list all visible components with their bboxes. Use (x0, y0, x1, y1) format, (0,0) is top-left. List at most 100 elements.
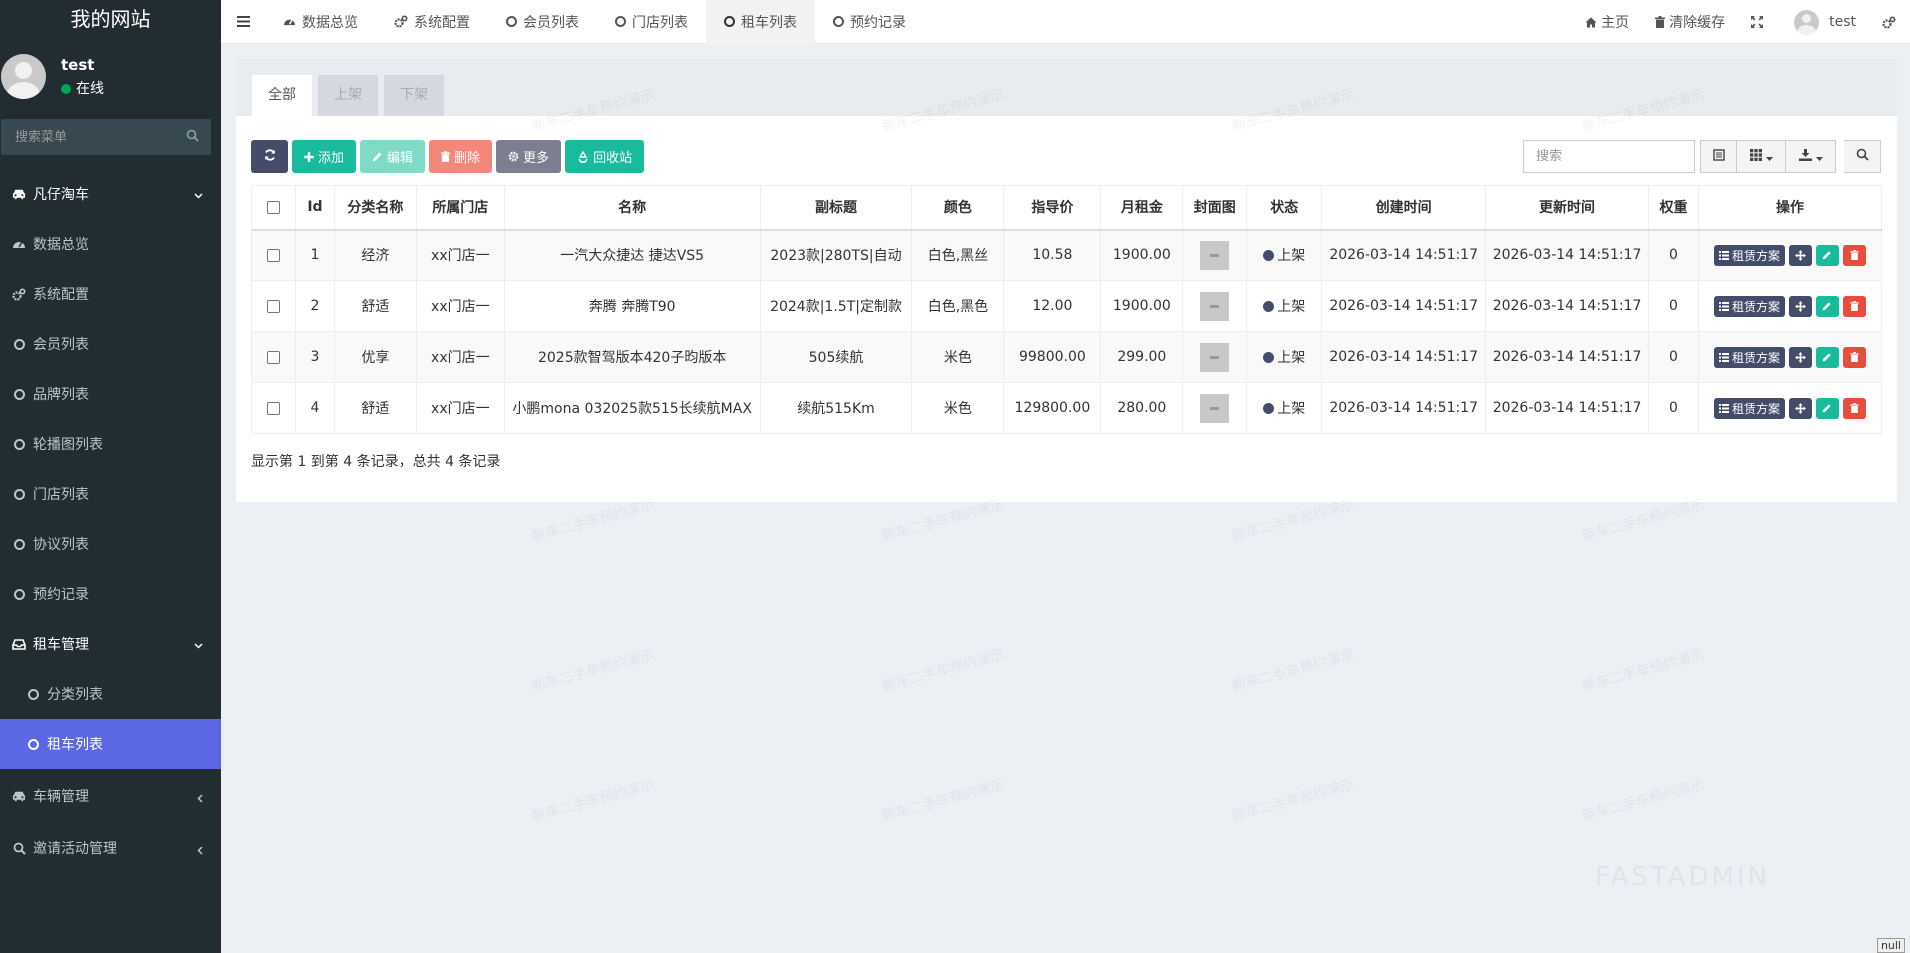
sidebar-item-stores[interactable]: 门店列表 (0, 469, 221, 519)
refresh-icon (264, 148, 276, 165)
cell-rent: 280.00 (1100, 382, 1184, 434)
sidebar-item-bookings[interactable]: 预约记录 (0, 569, 221, 619)
sidebar-group-rental[interactable]: 租车管理 (0, 619, 221, 669)
toggle-view-button[interactable] (1700, 140, 1737, 173)
row-edit-button[interactable] (1815, 295, 1839, 317)
column-header[interactable]: 权重 (1648, 185, 1699, 231)
tab-rental-cars[interactable]: 租车列表 (706, 0, 815, 44)
column-header[interactable]: 指导价 (1003, 185, 1102, 231)
menu-search-input[interactable] (1, 119, 181, 155)
filter-tab-all[interactable]: 全部 (252, 75, 312, 116)
drag-sort-button[interactable] (1788, 397, 1812, 419)
sidebar-item-rental-cars[interactable]: 租车列表 (0, 719, 221, 769)
row-checkbox[interactable] (251, 382, 296, 434)
tab-system-config[interactable]: 系统配置 (376, 0, 488, 44)
fullscreen-icon[interactable] (1738, 16, 1776, 28)
refresh-button[interactable] (251, 140, 288, 173)
advanced-search-button[interactable] (1844, 140, 1881, 173)
cell-price: 10.58 (1003, 229, 1102, 281)
cover-image[interactable] (1200, 393, 1230, 423)
row-checkbox[interactable] (251, 280, 296, 332)
row-checkbox[interactable] (251, 229, 296, 281)
sidebar-menu: 凡仔淘车 数据总览 系统配置 会员列表 品牌列表 轮播图列表 门店列表 协议列表… (0, 169, 221, 873)
select-all-checkbox[interactable] (251, 185, 296, 231)
more-button[interactable]: 更多 (496, 140, 562, 173)
sidebar-item-carousel[interactable]: 轮播图列表 (0, 419, 221, 469)
home-icon (1585, 17, 1597, 28)
sidebar-item-agreements[interactable]: 协议列表 (0, 519, 221, 569)
row-delete-button[interactable] (1842, 346, 1866, 368)
column-header[interactable]: 创建时间 (1321, 185, 1487, 231)
row-edit-button[interactable] (1815, 397, 1839, 419)
rental-plan-button[interactable]: 租赁方案 (1713, 346, 1785, 368)
column-header[interactable]: 月租金 (1100, 185, 1184, 231)
column-header[interactable]: Id (294, 185, 335, 231)
sidebar-item-dashboard[interactable]: 数据总览 (0, 219, 221, 269)
trash-icon (1850, 403, 1859, 413)
rental-plan-button[interactable]: 租赁方案 (1713, 397, 1785, 419)
tab-dashboard[interactable]: 数据总览 (265, 0, 376, 44)
recycle-icon (577, 150, 589, 163)
recycle-bin-button[interactable]: 回收站 (565, 140, 645, 173)
cell-created: 2026-03-14 14:51:17 (1321, 280, 1487, 332)
cover-image[interactable] (1200, 240, 1230, 270)
row-delete-button[interactable] (1842, 295, 1866, 317)
row-delete-button[interactable] (1842, 397, 1866, 419)
filter-tab-off-shelf[interactable]: 下架 (384, 75, 444, 116)
tab-bookings[interactable]: 预约记录 (815, 0, 924, 44)
column-header[interactable]: 名称 (503, 185, 761, 231)
tab-members[interactable]: 会员列表 (488, 0, 597, 44)
search-icon (12, 841, 26, 855)
row-checkbox[interactable] (251, 331, 296, 383)
row-edit-button[interactable] (1815, 244, 1839, 266)
sidebar-item-categories[interactable]: 分类列表 (0, 669, 221, 719)
table-search-input[interactable] (1523, 140, 1695, 173)
user-menu[interactable]: test (1776, 9, 1869, 35)
row-delete-button[interactable] (1842, 244, 1866, 266)
sidebar-group-fanzai[interactable]: 凡仔淘车 (0, 169, 221, 219)
pencil-icon (1822, 250, 1832, 260)
gear-icon (508, 151, 519, 162)
clear-cache-button[interactable]: 清除缓存 (1642, 12, 1738, 32)
cell-weight: 0 (1648, 331, 1699, 383)
column-header[interactable]: 封面图 (1182, 185, 1248, 231)
columns-toggle-button[interactable] (1737, 140, 1786, 173)
cell-name: 小鹏mona 032025款515长续航MAX (503, 382, 761, 434)
column-header[interactable]: 状态 (1246, 185, 1323, 231)
cell-cover (1182, 229, 1248, 281)
column-header[interactable]: 分类名称 (333, 185, 417, 231)
cell-name: 2025款智驾版本420子昀版本 (503, 331, 761, 383)
cell-category: 舒适 (333, 280, 417, 332)
rental-plan-button[interactable]: 租赁方案 (1713, 244, 1785, 266)
column-header[interactable]: 颜色 (911, 185, 1005, 231)
drag-sort-button[interactable] (1788, 346, 1812, 368)
rental-plan-button[interactable]: 租赁方案 (1713, 295, 1785, 317)
sidebar-item-vehicles[interactable]: 车辆管理 (0, 769, 221, 823)
sidebar-item-invite[interactable]: 邀请活动管理 (0, 823, 221, 873)
site-logo[interactable]: 我的网站 (0, 0, 221, 38)
tab-stores[interactable]: 门店列表 (597, 0, 706, 44)
edit-button[interactable]: 编辑 (360, 140, 426, 173)
row-edit-button[interactable] (1815, 346, 1839, 368)
settings-cogs-icon[interactable] (1869, 15, 1910, 29)
list-icon (1718, 352, 1729, 362)
export-button[interactable] (1786, 140, 1836, 173)
sidebar-item-system-config[interactable]: 系统配置 (0, 269, 221, 319)
cover-image[interactable] (1200, 291, 1230, 321)
search-icon[interactable] (186, 129, 199, 146)
column-header[interactable]: 所属门店 (415, 185, 505, 231)
home-link[interactable]: 主页 (1572, 12, 1642, 32)
add-button[interactable]: 添加 (292, 140, 357, 173)
cell-id: 3 (294, 331, 335, 383)
sidebar-item-brands[interactable]: 品牌列表 (0, 369, 221, 419)
cover-image[interactable] (1200, 342, 1230, 372)
drag-sort-button[interactable] (1788, 295, 1812, 317)
sidebar-item-members[interactable]: 会员列表 (0, 319, 221, 369)
menu-toggle-icon[interactable] (221, 0, 265, 44)
column-header[interactable]: 副标题 (759, 185, 913, 231)
table-header-row: Id 分类名称 所属门店 名称 副标题 颜色 指导价 月租金 封面图 状态 创建… (251, 185, 1883, 231)
drag-sort-button[interactable] (1788, 244, 1812, 266)
delete-button[interactable]: 删除 (429, 140, 493, 173)
filter-tab-on-shelf[interactable]: 上架 (318, 75, 378, 116)
column-header[interactable]: 更新时间 (1485, 185, 1649, 231)
